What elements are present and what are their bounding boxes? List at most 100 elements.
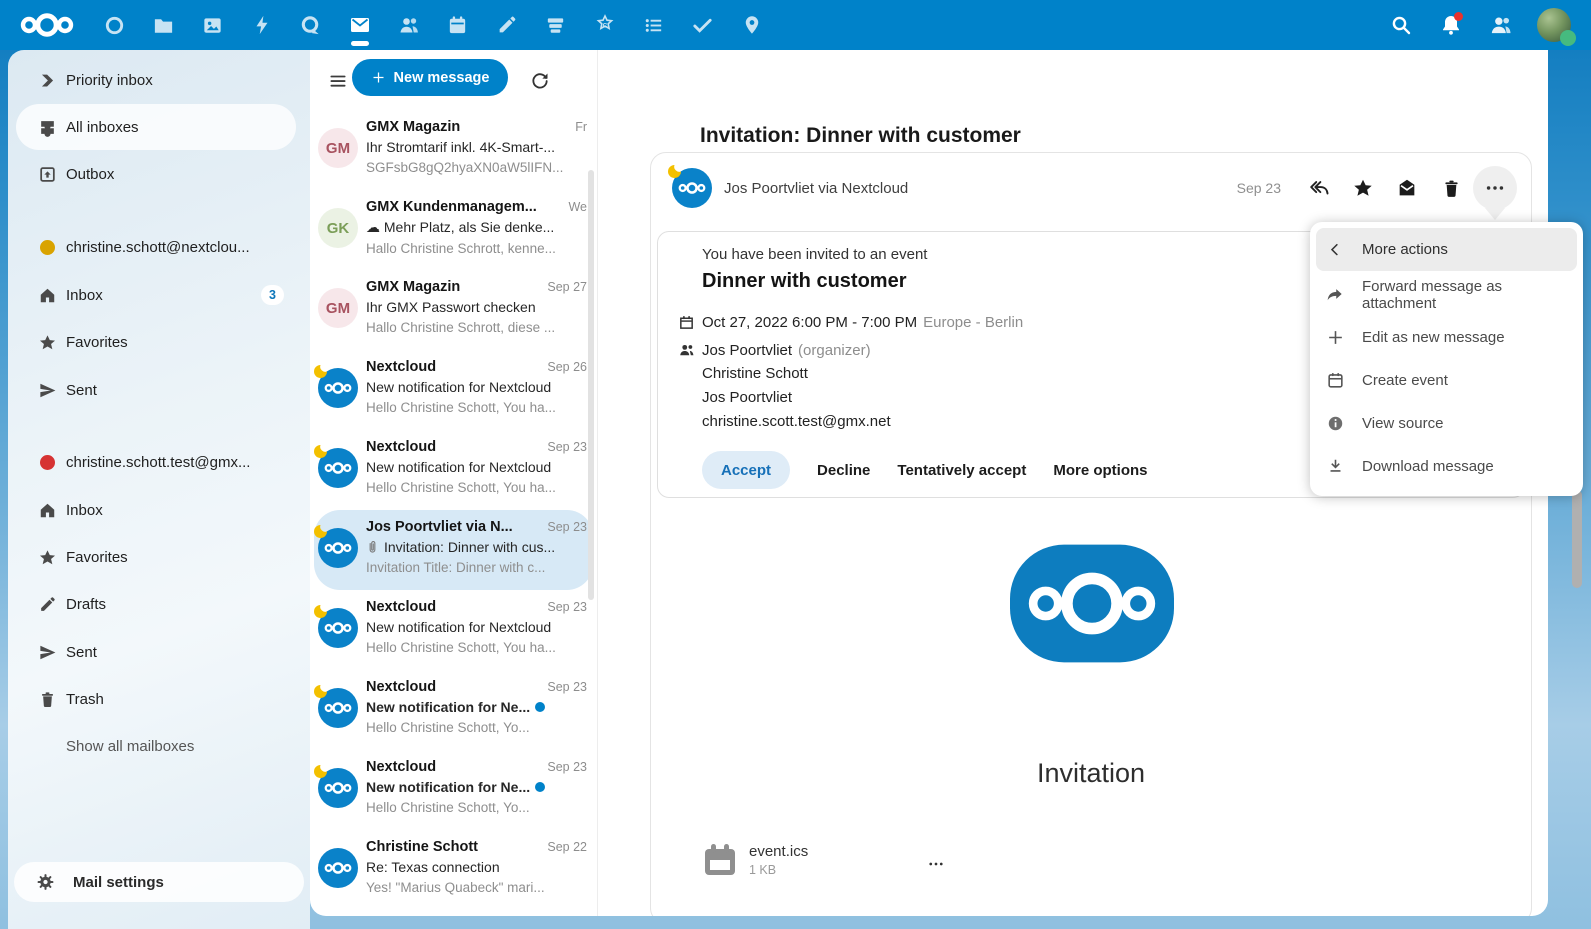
sidebar-item-inbox-2[interactable]: Inbox [16,487,296,533]
menu-item-more-actions[interactable]: More actions [1316,228,1577,271]
sidebar-item-outbox[interactable]: Outbox [16,151,296,197]
sidebar-account-nextcloud[interactable]: christine.schott@nextclou... [16,224,296,270]
more-actions-dots-icon[interactable] [1473,166,1517,210]
trash-icon [38,689,57,709]
unread-dot [535,782,545,792]
list-item[interactable]: GM GMX MagazinSep 27 Ihr GMX Passwort ch… [314,270,593,350]
app-calendar-icon[interactable] [433,0,482,50]
sidebar-item-label: Drafts [66,596,106,613]
notification-dot [1454,12,1463,21]
more-actions-menu: More actions Forward message as attachme… [1310,222,1583,496]
avatar: GK [318,208,358,248]
star-icon [38,547,57,567]
message-sender: Nextcloud [366,679,541,695]
app-notes-icon[interactable] [482,0,531,50]
app-maps-icon[interactable] [727,0,776,50]
menu-item-create-event[interactable]: Create event [1310,359,1583,402]
app-files-icon[interactable] [139,0,188,50]
message-subject: New notification for Ne... [366,779,530,795]
bot-moon-badge [314,765,327,778]
menu-item-view-source[interactable]: View source [1310,402,1583,445]
bot-moon-badge [314,365,327,378]
refresh-icon[interactable] [522,63,558,99]
search-icon[interactable] [1387,11,1415,39]
sidebar-account-gmx[interactable]: christine.schott.test@gmx... [16,439,296,485]
top-bar: C [0,0,1591,50]
account-status-dot [40,240,55,255]
message-subject: Ihr Stromtarif inkl. 4K-Smart-... [366,139,555,155]
sidebar-item-favorites-1[interactable]: Favorites [16,319,296,365]
list-item-selected[interactable]: Jos Poortvliet via N...Sep 23 Invitation… [314,510,593,590]
app-deck-icon[interactable] [531,0,580,50]
message-date: Sep 23 [1237,180,1281,196]
sidebar-item-all-inboxes[interactable]: All inboxes [16,104,296,150]
message-sender: GMX Magazin [366,119,569,135]
message-subject: New notification for Ne... [366,699,530,715]
app-dashboard-icon[interactable] [90,0,139,50]
list-scrollbar[interactable] [588,170,594,600]
list-item-unread[interactable]: NextcloudSep 23 New notification for Ne.… [314,750,593,830]
message-date: Sep 26 [547,360,587,374]
menu-item-label: Edit as new message [1362,329,1505,346]
decline-button[interactable]: Decline [817,462,870,479]
accept-button[interactable]: Accept [702,451,790,489]
app-tasks-icon[interactable] [629,0,678,50]
menu-item-label: Create event [1362,372,1448,389]
attachment-menu-icon[interactable] [919,849,953,879]
page-scrollbar[interactable] [1572,490,1582,588]
invitation-intro: You have been invited to an event [702,246,927,263]
message-date: Sep 23 [547,760,587,774]
sidebar-item-drafts[interactable]: Drafts [16,581,296,627]
sidebar-item-priority-inbox[interactable]: Priority inbox [16,57,296,103]
user-avatar[interactable] [1537,8,1571,42]
list-item[interactable]: NextcloudSep 23 New notification for Nex… [314,590,593,670]
menu-item-download-message[interactable]: Download message [1310,445,1583,488]
nextcloud-logo[interactable] [14,8,80,42]
sidebar-item-inbox-1[interactable]: Inbox 3 [16,272,296,318]
list-item-unread[interactable]: NextcloudSep 23 New notification for Ne.… [314,670,593,750]
sidebar-item-label: Outbox [66,166,114,183]
tentatively-accept-button[interactable]: Tentatively accept [897,462,1026,479]
contacts-menu-icon[interactable] [1487,11,1515,39]
list-item[interactable]: NextcloudSep 23 New notification for Nex… [314,430,593,510]
attachment-item[interactable]: event.ics 1 KB [701,841,808,879]
message-subject: Ihr GMX Passwort checken [366,299,536,315]
message-preview: Hello Christine Schott, You ha... [366,400,587,415]
app-collectives-icon[interactable]: C [580,0,629,50]
nextcloud-body-logo [1010,543,1174,664]
app-talk-icon[interactable] [286,0,335,50]
menu-item-forward-as-attachment[interactable]: Forward message as attachment [1310,273,1583,316]
message-subject: New notification for Nextcloud [366,619,551,635]
attachment-paperclip-icon [366,540,379,554]
message-date: Sep 22 [547,840,587,854]
avatar: GM [318,128,358,168]
show-all-mailboxes-button[interactable]: Show all mailboxes [16,723,296,769]
reply-all-icon[interactable] [1297,166,1341,210]
nextcloud-avatar [318,368,358,408]
list-item[interactable]: NextcloudSep 26 New notification for Nex… [314,350,593,430]
message-sender: Nextcloud [366,359,541,375]
app-activity-icon[interactable] [237,0,286,50]
menu-item-edit-as-new[interactable]: Edit as new message [1310,316,1583,359]
sidebar-item-sent-2[interactable]: Sent [16,629,296,675]
app-mail-icon[interactable] [335,0,384,50]
notifications-bell-icon[interactable] [1437,11,1465,39]
new-message-button[interactable]: New message [352,59,508,96]
list-item[interactable]: GK GMX Kundenmanagem...We ☁ Mehr Platz, … [314,190,593,270]
more-options-button[interactable]: More options [1053,462,1147,479]
mark-unread-envelope-icon[interactable] [1385,166,1429,210]
app-photos-icon[interactable] [188,0,237,50]
sidebar-item-trash[interactable]: Trash [16,676,296,722]
menu-toggle-icon[interactable] [320,63,356,99]
outbox-icon [38,164,57,184]
sidebar-item-favorites-2[interactable]: Favorites [16,534,296,580]
favorite-star-icon[interactable] [1341,166,1385,210]
list-item[interactable]: Christine SchottSep 22 Re: Texas connect… [314,830,593,910]
app-contacts-icon[interactable] [384,0,433,50]
sidebar-item-sent-1[interactable]: Sent [16,367,296,413]
list-item[interactable]: GM GMX MagazinFr Ihr Stromtarif inkl. 4K… [314,110,593,190]
mail-settings-label: Mail settings [73,874,164,891]
app-done-icon[interactable] [678,0,727,50]
delete-trash-icon[interactable] [1429,166,1473,210]
mail-settings-button[interactable]: Mail settings [14,862,304,902]
